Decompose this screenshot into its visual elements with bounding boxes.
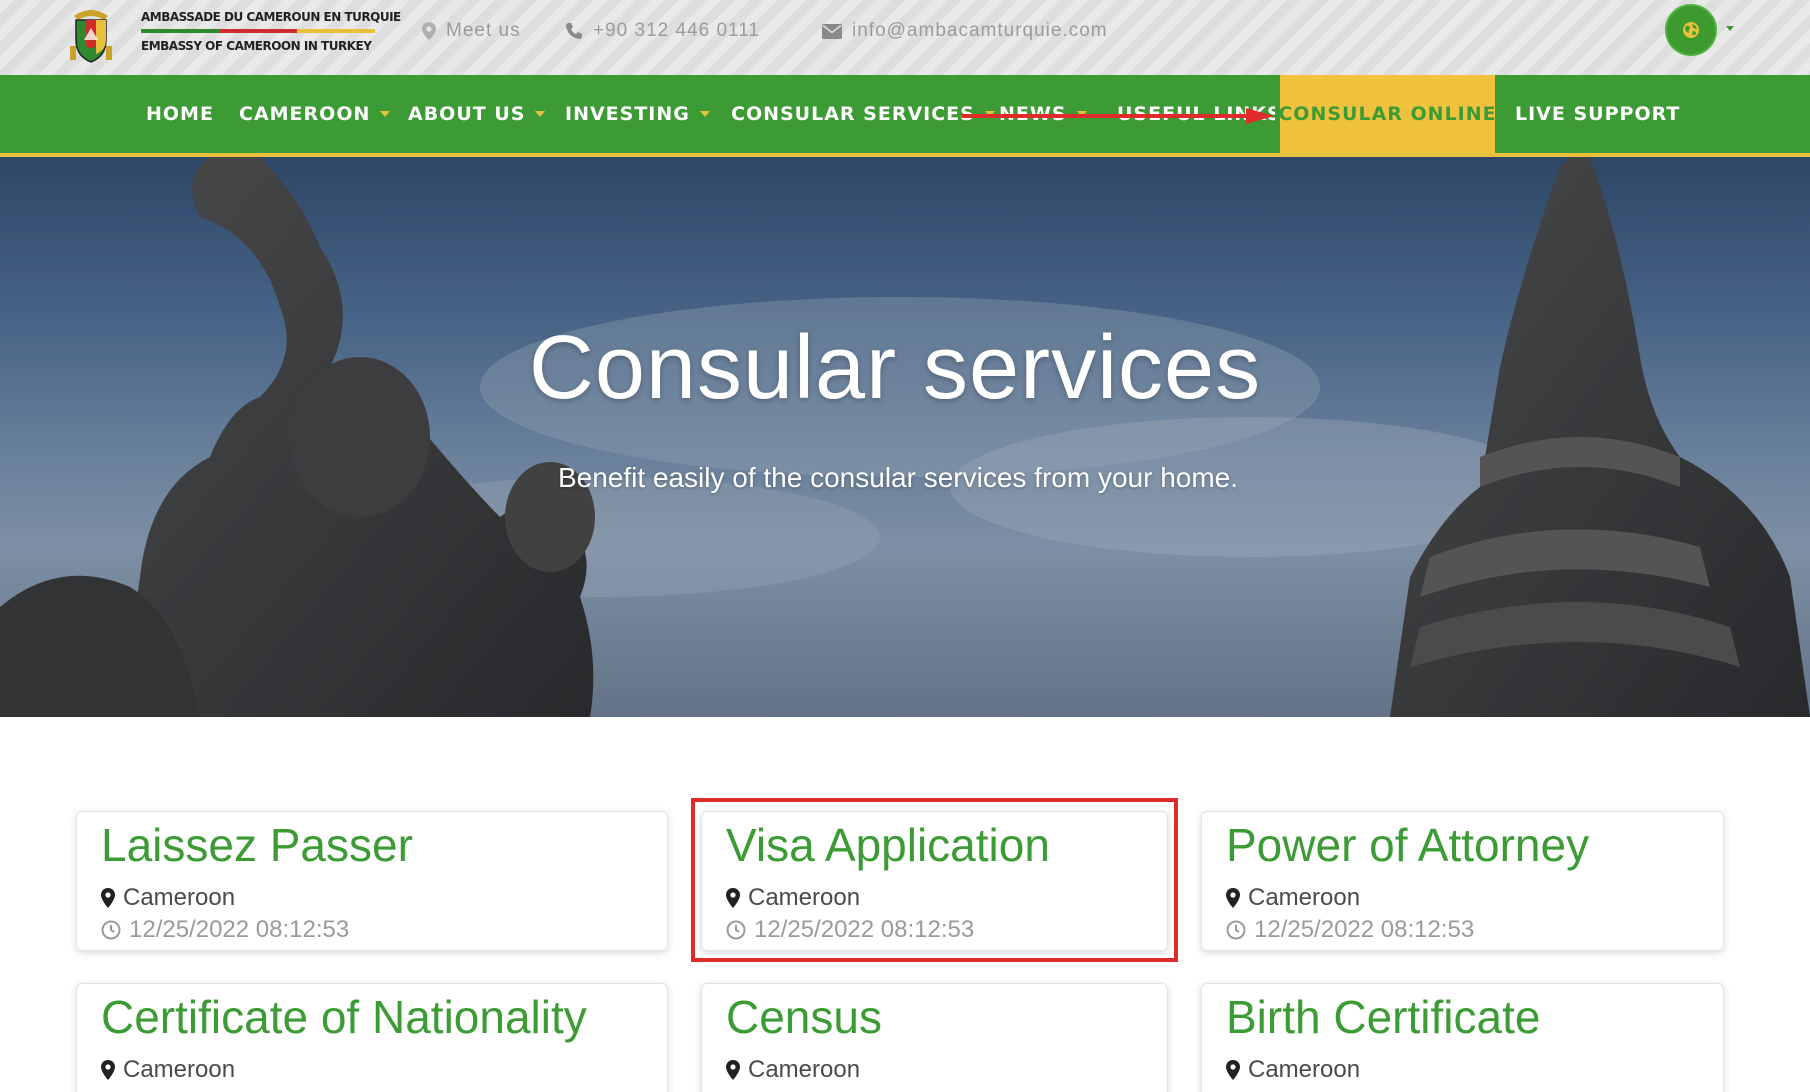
service-card-birth-certificate[interactable]: Birth Certificate Cameroon: [1201, 983, 1724, 1092]
card-date: 12/25/2022 08:12:53: [1226, 914, 1699, 946]
monument-background-image: [0, 157, 1810, 717]
nav-investing-label: INVESTING: [565, 103, 690, 125]
card-location-text: Cameroon: [123, 884, 236, 911]
card-location: Cameroon: [1226, 1054, 1699, 1086]
phone-link[interactable]: +90 312 446 0111: [565, 20, 760, 42]
brand-flag-stripe: [141, 29, 375, 33]
map-marker-icon: [726, 1060, 740, 1080]
annotation-arrow-icon: [962, 108, 1274, 124]
brand-name-fr: AMBASSADE DU CAMEROUN EN TURQUIE: [141, 10, 401, 24]
hero-title: Consular services: [528, 318, 1262, 418]
card-date-text: 12/25/2022 08:12:53: [1254, 916, 1475, 943]
coat-of-arms-logo[interactable]: [66, 6, 116, 66]
map-marker-icon: [101, 1060, 115, 1080]
hero-banner: Consular services Benefit easily of the …: [0, 157, 1810, 717]
hero-subtitle: Benefit easily of the consular services …: [557, 462, 1239, 493]
main-nav: HOME CAMEROON ABOUT US INVESTING CONSULA…: [0, 75, 1810, 157]
nav-consular-online-label: CONSULAR ONLINE: [1278, 103, 1497, 125]
language-selector[interactable]: [1665, 4, 1717, 56]
nav-home-label: HOME: [146, 103, 214, 125]
brand-block[interactable]: AMBASSADE DU CAMEROUN EN TURQUIE EMBASSY…: [141, 10, 401, 53]
clock-icon: [1226, 920, 1246, 940]
card-title: Certificate of Nationality: [101, 991, 587, 1043]
annotation-highlight-box: [691, 798, 1178, 962]
email-address: info@ambacamturquie.com: [852, 20, 1108, 41]
nav-consular-services-label: CONSULAR SERVICES: [731, 103, 975, 125]
service-card-certificate-of-nationality[interactable]: Certificate of Nationality Cameroon: [76, 983, 668, 1092]
meet-us-link[interactable]: Meet us: [422, 20, 521, 42]
card-location-text: Cameroon: [123, 1056, 236, 1083]
card-location-text: Cameroon: [1248, 884, 1361, 911]
nav-investing[interactable]: INVESTING: [565, 75, 710, 153]
chevron-down-icon: [699, 111, 710, 117]
map-marker-icon: [1226, 1060, 1240, 1080]
card-title: Power of Attorney: [1226, 819, 1590, 871]
nav-live-support[interactable]: LIVE SUPPORT: [1515, 75, 1680, 153]
card-date: 12/25/2022 08:12:53: [101, 914, 643, 946]
nav-about-us[interactable]: ABOUT US: [408, 75, 546, 153]
brand-name-en: EMBASSY OF CAMEROON IN TURKEY: [141, 39, 372, 53]
chevron-down-icon: [380, 111, 391, 117]
map-marker-icon: [101, 888, 115, 908]
card-title: Census: [726, 991, 882, 1043]
map-marker-icon: [422, 22, 436, 40]
map-marker-icon: [1226, 888, 1240, 908]
phone-icon: [566, 23, 582, 39]
service-card-laissez-passer[interactable]: Laissez Passer Cameroon 12/25/2022 08:12…: [76, 811, 668, 951]
nav-live-support-label: LIVE SUPPORT: [1515, 103, 1681, 125]
envelope-icon: [822, 23, 842, 39]
card-title: Laissez Passer: [101, 819, 413, 871]
service-card-census[interactable]: Census Cameroon: [701, 983, 1168, 1092]
phone-number: +90 312 446 0111: [593, 20, 760, 41]
nav-consular-services[interactable]: CONSULAR SERVICES: [731, 75, 995, 153]
nav-home[interactable]: HOME: [146, 75, 214, 153]
card-location: Cameroon: [101, 882, 643, 914]
nav-cameroon-label: CAMEROON: [239, 103, 371, 125]
card-location: Cameroon: [101, 1054, 643, 1086]
email-link[interactable]: info@ambacamturquie.com: [822, 20, 1108, 42]
top-bar: AMBASSADE DU CAMEROUN EN TURQUIE EMBASSY…: [0, 0, 1810, 75]
meet-us-text: Meet us: [446, 20, 521, 41]
nav-about-us-label: ABOUT US: [408, 103, 526, 125]
card-location: Cameroon: [1226, 882, 1699, 914]
nav-cameroon[interactable]: CAMEROON: [239, 75, 391, 153]
nav-consular-online[interactable]: CONSULAR ONLINE: [1278, 75, 1497, 153]
globe-icon: [1683, 22, 1699, 38]
card-date-text: 12/25/2022 08:12:53: [129, 916, 350, 943]
card-title: Birth Certificate: [1226, 991, 1541, 1043]
chevron-down-icon: [535, 111, 546, 117]
card-location-text: Cameroon: [748, 1056, 861, 1083]
clock-icon: [101, 920, 121, 940]
card-location-text: Cameroon: [1248, 1056, 1361, 1083]
chevron-down-icon[interactable]: [1726, 26, 1734, 31]
card-location: Cameroon: [726, 1054, 1143, 1086]
service-card-power-of-attorney[interactable]: Power of Attorney Cameroon 12/25/2022 08…: [1201, 811, 1724, 951]
